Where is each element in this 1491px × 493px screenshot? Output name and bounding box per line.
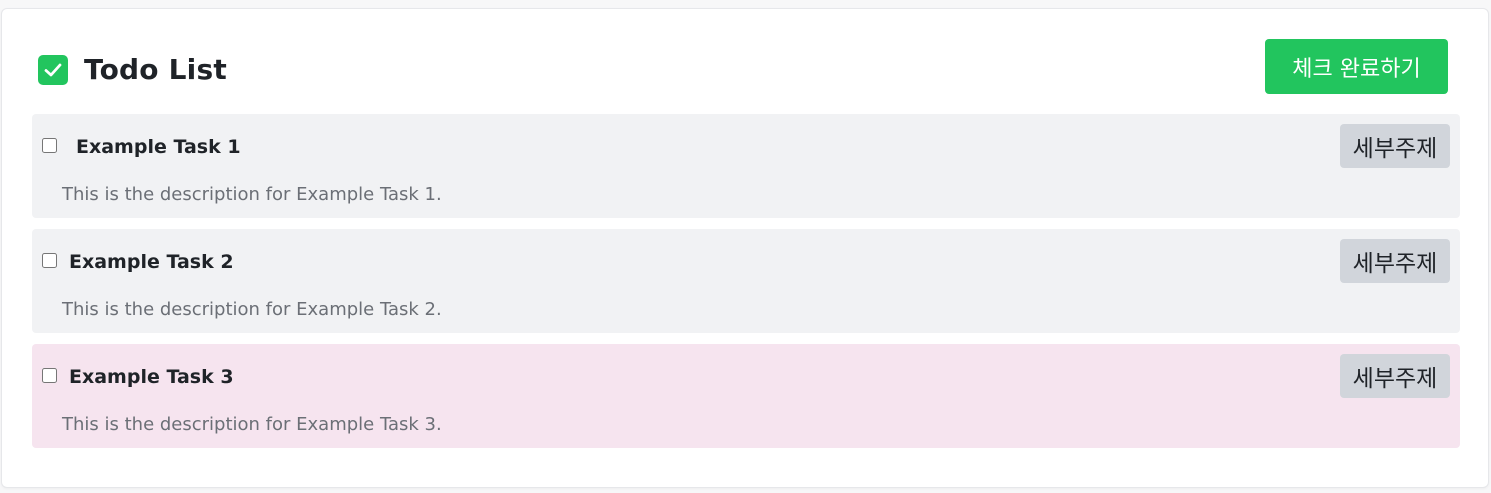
task-checkbox[interactable] <box>42 138 57 153</box>
check-complete-button[interactable]: 체크 완료하기 <box>1265 39 1448 94</box>
task-checkbox[interactable] <box>42 253 57 268</box>
task-list: Example Task 1 This is the description f… <box>32 114 1460 459</box>
task-description: This is the description for Example Task… <box>62 184 442 205</box>
task-checkbox[interactable] <box>42 368 57 383</box>
task-title: Example Task 1 <box>76 136 241 158</box>
task-description: This is the description for Example Task… <box>62 414 442 435</box>
subtopic-button[interactable]: 세부주제 <box>1340 354 1450 398</box>
checkbox-checked-icon <box>38 55 68 85</box>
task-description: This is the description for Example Task… <box>62 299 442 320</box>
task-row: Example Task 3 This is the description f… <box>32 344 1460 448</box>
subtopic-button[interactable]: 세부주제 <box>1340 239 1450 283</box>
page-title: Todo List <box>84 53 227 86</box>
task-row: Example Task 1 This is the description f… <box>32 114 1460 218</box>
title-group: Todo List <box>38 55 227 85</box>
todo-header: Todo List 체크 완료하기 <box>38 39 1448 95</box>
subtopic-button[interactable]: 세부주제 <box>1340 124 1450 168</box>
task-title: Example Task 2 <box>69 251 234 273</box>
task-title: Example Task 3 <box>69 366 234 388</box>
task-row: Example Task 2 This is the description f… <box>32 229 1460 333</box>
todo-card: Todo List 체크 완료하기 Example Task 1 This is… <box>1 8 1489 488</box>
